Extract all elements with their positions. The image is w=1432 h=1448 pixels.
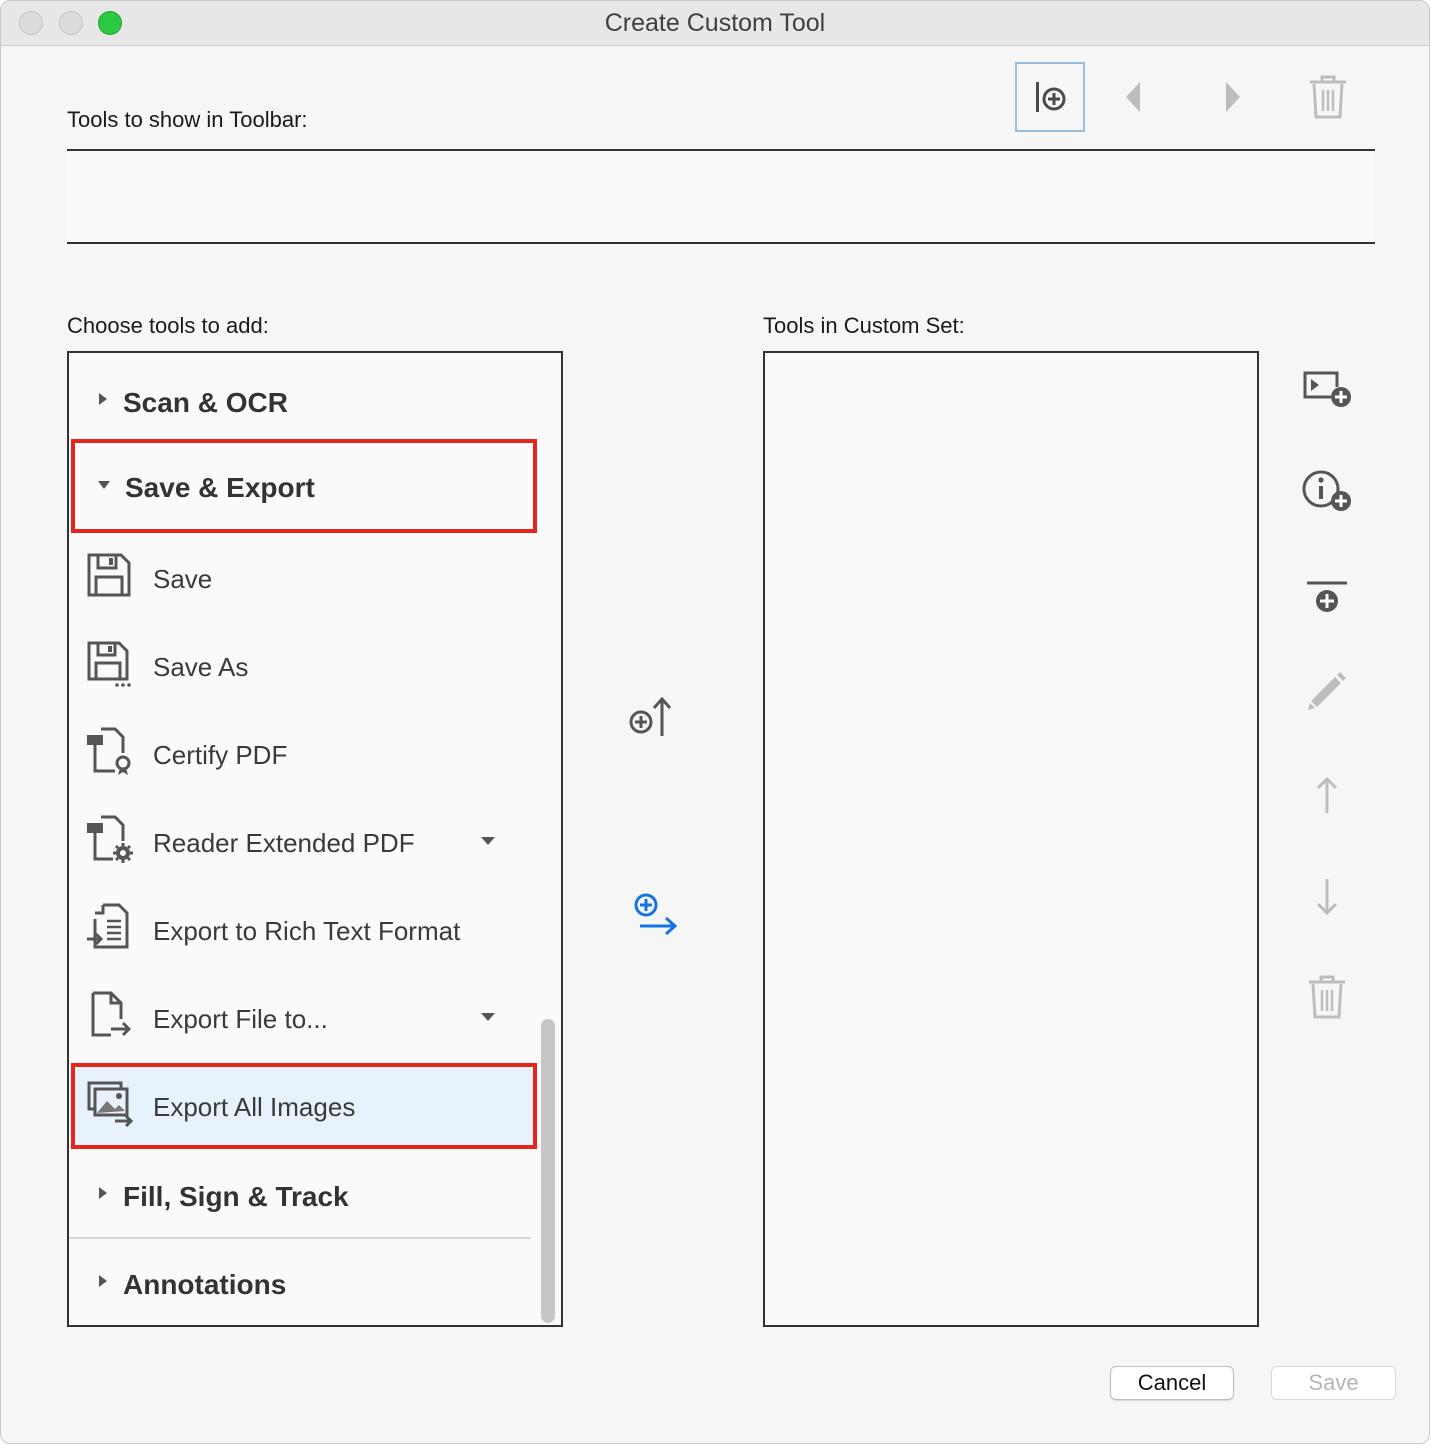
window-title: Create Custom Tool	[604, 9, 826, 37]
add-to-custom-set-button[interactable]	[623, 885, 683, 945]
scrollbar[interactable]	[541, 357, 555, 1323]
save-as-icon	[87, 641, 131, 687]
tool-export-all-images[interactable]: Export All Images	[71, 1063, 537, 1149]
tool-label: Certify PDF	[153, 740, 288, 770]
move-left-button[interactable]	[1099, 62, 1169, 132]
add-right-icon	[634, 893, 678, 936]
tool-save-as[interactable]: Save As	[69, 621, 531, 709]
tools-tree-list[interactable]: Scan & OCR Save & Export Save Save As Ce…	[67, 351, 563, 1327]
add-separator-icon	[1036, 82, 1066, 112]
toolbar-tools-field[interactable]	[67, 149, 1375, 244]
arrow-up-icon	[1316, 776, 1338, 813]
export-rtf-icon	[87, 903, 129, 949]
expand-right-icon	[99, 393, 107, 405]
tool-save[interactable]: Save	[69, 533, 531, 621]
tool-label: Export to Rich Text Format	[153, 916, 461, 946]
add-divider-button[interactable]	[1297, 569, 1357, 629]
expand-right-icon	[99, 1187, 107, 1199]
toolbar-section-label: Tools to show in Toolbar:	[67, 107, 308, 132]
chevron-down-icon[interactable]	[481, 1013, 495, 1021]
add-info-icon	[1302, 470, 1351, 511]
group-fill-sign-track[interactable]: Fill, Sign & Track	[69, 1151, 531, 1239]
cancel-button[interactable]: Cancel	[1110, 1366, 1234, 1400]
toolbar-delete-button[interactable]	[1293, 62, 1363, 132]
create-custom-tool-dialog: Create Custom Tool Tools to show in Tool…	[0, 0, 1430, 1444]
move-right-button[interactable]	[1197, 62, 1267, 132]
group-save-export[interactable]: Save & Export	[71, 439, 537, 533]
custom-set-list[interactable]	[763, 351, 1259, 1327]
expand-right-icon	[99, 1275, 107, 1287]
expand-down-icon	[98, 481, 110, 489]
save-button[interactable]: Save	[1271, 1366, 1396, 1400]
reader-extended-pdf-icon	[87, 815, 133, 863]
export-file-icon	[91, 991, 132, 1037]
add-info-button[interactable]	[1297, 461, 1357, 521]
scrollbar-thumb[interactable]	[541, 1019, 555, 1323]
edit-button[interactable]	[1297, 661, 1357, 721]
tool-label: Save	[153, 564, 213, 594]
add-to-toolbar-button[interactable]	[623, 687, 683, 747]
pencil-icon	[1308, 672, 1346, 710]
chevron-down-icon[interactable]	[481, 837, 495, 845]
tool-label: Reader Extended PDF	[153, 828, 415, 858]
save-icon	[87, 553, 131, 597]
tool-export-file[interactable]: Export File to...	[69, 973, 531, 1061]
certify-pdf-icon	[87, 727, 131, 775]
group-label: Annotations	[123, 1269, 287, 1300]
add-separator-button[interactable]	[1015, 62, 1085, 132]
arrow-right-icon	[1226, 82, 1240, 112]
choose-tools-label: Choose tools to add:	[67, 313, 269, 338]
tool-label: Export All Images	[153, 1092, 356, 1122]
group-label: Save & Export	[125, 472, 315, 503]
tool-label: Export File to...	[153, 1004, 328, 1034]
export-images-icon	[87, 1081, 134, 1127]
group-label: Fill, Sign & Track	[123, 1181, 349, 1212]
group-label: Scan & OCR	[123, 387, 288, 418]
tool-reader-extended-pdf[interactable]: Reader Extended PDF	[69, 797, 531, 885]
trash-icon	[1309, 975, 1345, 1019]
arrow-left-icon	[1126, 82, 1140, 112]
custom-set-label: Tools in Custom Set:	[763, 313, 965, 338]
custom-set-delete-button[interactable]	[1297, 967, 1357, 1027]
move-up-button[interactable]	[1297, 765, 1357, 825]
arrow-down-icon	[1316, 879, 1338, 916]
move-down-button[interactable]	[1297, 867, 1357, 927]
tool-export-rtf[interactable]: Export to Rich Text Format	[69, 885, 531, 973]
tool-certify-pdf[interactable]: Certify PDF	[69, 709, 531, 797]
add-submenu-button[interactable]	[1297, 359, 1357, 419]
group-scan-ocr[interactable]: Scan & OCR	[69, 357, 531, 445]
tool-label: Save As	[153, 652, 249, 682]
add-submenu-icon	[1303, 371, 1351, 407]
group-annotations[interactable]: Annotations	[69, 1239, 531, 1325]
add-divider-icon	[1307, 581, 1347, 612]
add-up-icon	[629, 696, 672, 736]
title-bar: Create Custom Tool	[1, 1, 1429, 46]
trash-icon	[1310, 75, 1346, 119]
